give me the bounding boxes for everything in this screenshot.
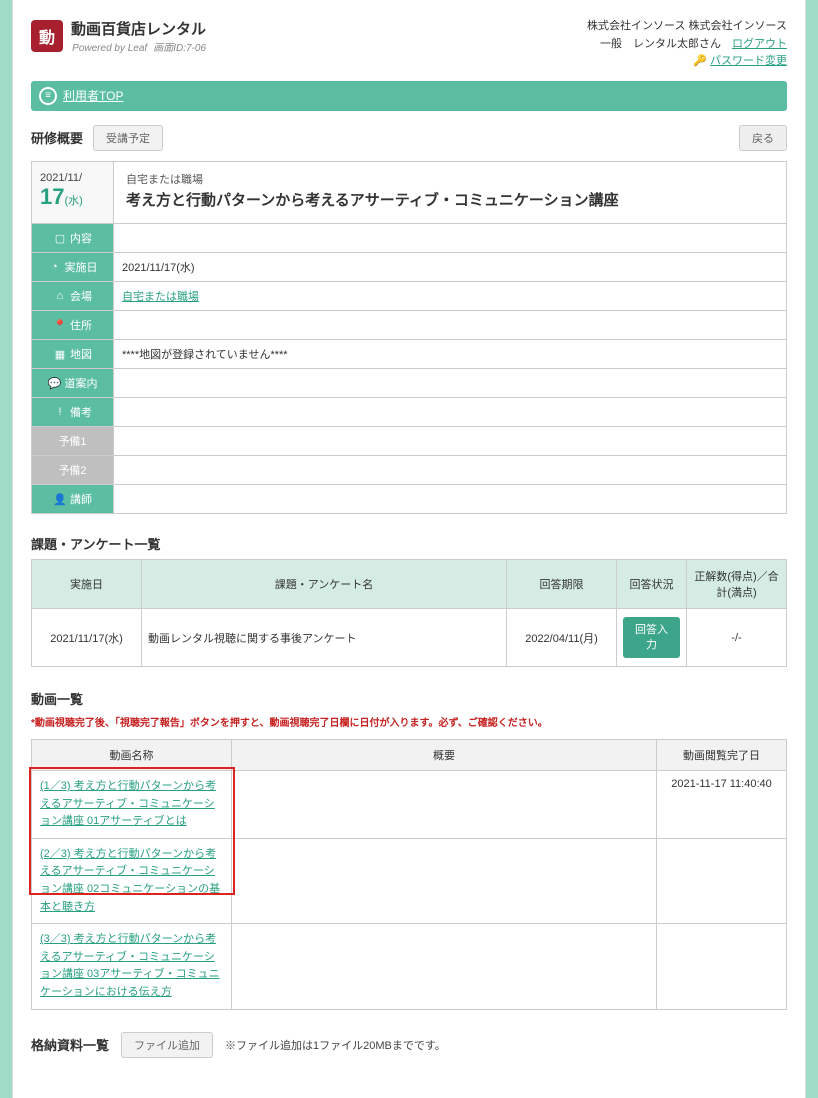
nav-user-top[interactable]: 利用者TOP — [63, 87, 123, 104]
video-done-1: 2021-11-17 11:40:40 — [657, 770, 787, 838]
value-note — [114, 398, 787, 427]
label-note: 備考 — [70, 404, 92, 420]
video-link-3[interactable]: (3／3) 考え方と行動パターンから考えるアサーティブ・コミュニケーション講座 … — [40, 933, 220, 998]
label-venue: 会場 — [70, 288, 92, 304]
value-instructor — [114, 485, 787, 514]
building-icon: ⌂ — [53, 289, 67, 303]
course-title: 考え方と行動パターンから考えるアサーティブ・コミュニケーション講座 — [126, 189, 774, 213]
overview-date-ym: 2021/11/ — [40, 172, 105, 184]
value-date: 2021/11/17(水) — [114, 253, 787, 282]
map-icon: ▦ — [53, 347, 67, 361]
survey-table: 実施日 課題・アンケート名 回答期限 回答状況 正解数(得点)／合計(満点) 2… — [31, 559, 787, 667]
video-summary-2 — [232, 838, 657, 923]
right-stripe — [806, 0, 818, 1098]
back-button[interactable]: 戻る — [739, 125, 787, 151]
schedule-button[interactable]: 受講予定 — [93, 125, 163, 151]
password-change-link[interactable]: パスワード変更 — [710, 55, 787, 67]
overview-location-sub: 自宅または職場 — [126, 172, 774, 190]
video-link-1[interactable]: (1／3) 考え方と行動パターンから考えるアサーティブ・コミュニケーション講座 … — [40, 780, 216, 827]
label-content: 内容 — [70, 230, 92, 246]
value-pre1 — [114, 427, 787, 456]
label-date: 実施日 — [65, 259, 98, 275]
video-title: 動画一覧 — [31, 689, 787, 708]
video-done-2 — [657, 838, 787, 923]
label-address: 住所 — [70, 317, 92, 333]
value-map: ****地図が登録されていません**** — [114, 340, 787, 369]
video-warning: *動画視聴完了後、「視聴完了報告」ボタンを押すと、動画視聴完了日欄に日付が入りま… — [31, 714, 787, 729]
user-top-icon: ≡ — [39, 87, 57, 105]
overview-date-wd: (水) — [64, 195, 82, 207]
venue-link[interactable]: 自宅または職場 — [122, 291, 199, 303]
video-link-2[interactable]: (2／3) 考え方と行動パターンから考えるアサーティブ・コミュニケーション講座 … — [40, 848, 220, 913]
label-pre2: 予備2 — [58, 465, 86, 477]
label-instructor: 講師 — [70, 491, 92, 507]
survey-title: 課題・アンケート一覧 — [31, 534, 787, 553]
file-note: ※ファイル追加は1ファイル20MBまでです。 — [225, 1037, 446, 1053]
video-table: 動画名称 概要 動画閲覧完了日 (1／3) 考え方と行動パターンから考えるアサー… — [31, 739, 787, 1010]
overview-title: 研修概要 — [31, 128, 83, 147]
label-guide: 道案内 — [65, 375, 98, 391]
overview-table: 2021/11/ 17(水) 自宅または職場 考え方と行動パターンから考えるアサ… — [31, 161, 787, 515]
col-status: 回答状況 — [617, 560, 687, 609]
logo-badge: 動 — [31, 20, 63, 52]
key-icon: 🔑 — [693, 55, 707, 69]
col-score: 正解数(得点)／合計(満点) — [687, 560, 787, 609]
vcol-summary: 概要 — [232, 739, 657, 770]
video-summary-3 — [232, 924, 657, 1009]
header: 動 動画百貨店レンタル Powered by Leaf 画面ID:7-06 株式会… — [31, 18, 787, 71]
survey-score: -/- — [687, 609, 787, 667]
speech-icon: ▢ — [53, 231, 67, 245]
value-content — [114, 224, 787, 253]
survey-name: 動画レンタル視聴に関する事後アンケート — [142, 609, 507, 667]
route-icon: 💬 — [48, 376, 62, 390]
note-icon: ! — [53, 405, 67, 419]
vcol-done: 動画閲覧完了日 — [657, 739, 787, 770]
stored-title: 格納資料一覧 — [31, 1035, 109, 1054]
label-pre1: 予備1 — [58, 436, 86, 448]
company-name: 株式会社インソース 株式会社インソース — [587, 18, 787, 36]
user-name: 一般 レンタル太郎さん — [600, 38, 732, 50]
vcol-name: 動画名称 — [32, 739, 232, 770]
clock-icon: ◔ — [48, 260, 62, 274]
nav-bar: ≡ 利用者TOP — [31, 81, 787, 111]
label-map: 地図 — [70, 346, 92, 362]
left-stripe — [0, 0, 12, 1098]
powered-by: Powered by Leaf — [72, 43, 147, 54]
answer-button[interactable]: 回答入力 — [623, 617, 680, 658]
video-done-3 — [657, 924, 787, 1009]
overview-date-day: 17 — [40, 184, 64, 209]
person-icon: 👤 — [53, 492, 67, 506]
survey-deadline: 2022/04/11(月) — [507, 609, 617, 667]
col-date: 実施日 — [32, 560, 142, 609]
logout-link[interactable]: ログアウト — [732, 38, 787, 50]
col-deadline: 回答期限 — [507, 560, 617, 609]
video-summary-1 — [232, 770, 657, 838]
value-address — [114, 311, 787, 340]
pin-icon: 📍 — [53, 318, 67, 332]
value-guide — [114, 369, 787, 398]
col-name: 課題・アンケート名 — [142, 560, 507, 609]
screen-id: 画面ID:7-06 — [153, 43, 206, 54]
value-pre2 — [114, 456, 787, 485]
logo-text: 動画百貨店レンタル — [71, 18, 206, 39]
file-add-button[interactable]: ファイル追加 — [121, 1032, 213, 1058]
survey-date: 2021/11/17(水) — [32, 609, 142, 667]
